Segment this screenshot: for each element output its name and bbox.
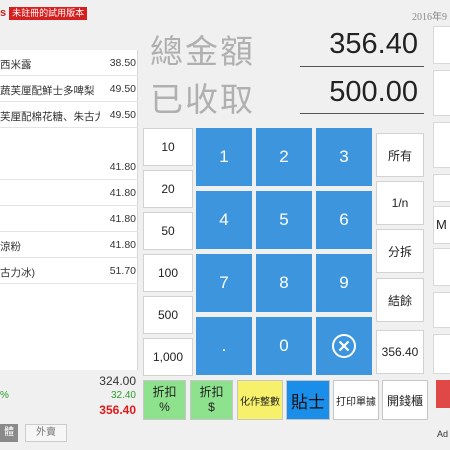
- order-item-name: 西米露: [0, 59, 32, 71]
- clear-x-icon: [332, 334, 356, 358]
- order-item-name: 古力冰): [0, 267, 35, 279]
- order-item-price: 49.50: [109, 83, 136, 95]
- pay-all-button[interactable]: 所有: [376, 133, 424, 177]
- discount-amount-button[interactable]: 折扣 $: [190, 380, 233, 420]
- keypad-9-button[interactable]: 9: [316, 254, 372, 312]
- discount-amount-symbol: $: [208, 400, 215, 414]
- order-item-price: 41.80: [109, 161, 136, 173]
- received-amount-value[interactable]: 500.00: [300, 76, 418, 109]
- right-panel-button[interactable]: [433, 292, 450, 328]
- keypad-8-button[interactable]: 8: [256, 254, 312, 312]
- right-panel-red-button[interactable]: [436, 380, 450, 408]
- order-row[interactable]: 蔬芙厘配鮮士多啤梨 49.50: [0, 76, 138, 102]
- right-panel-button[interactable]: [433, 122, 450, 168]
- keypad-0-button[interactable]: 0: [256, 317, 312, 375]
- order-item-name: 芙厘配棉花糖、朱古力: [0, 111, 100, 123]
- received-amount-label: 已收取: [150, 81, 255, 118]
- right-panel-button[interactable]: [433, 334, 450, 374]
- order-item-price: 41.80: [109, 187, 136, 199]
- subtotal-value: 324.00: [99, 374, 136, 388]
- right-panel-button[interactable]: [433, 26, 450, 64]
- divider: [300, 113, 424, 114]
- order-item-price: 49.50: [109, 109, 136, 121]
- keypad-4-button[interactable]: 4: [196, 191, 252, 249]
- right-panel-button[interactable]: [433, 174, 450, 202]
- quick-amount-button[interactable]: 50: [143, 212, 193, 250]
- date-label: 2016年9: [412, 12, 447, 23]
- tab-takeout[interactable]: 外賣: [25, 424, 67, 442]
- tab-dine-in[interactable]: 體: [0, 424, 18, 442]
- exact-amount-button[interactable]: 356.40: [376, 330, 424, 374]
- right-panel-m-button[interactable]: M: [433, 206, 450, 244]
- order-row[interactable]: 古力冰) 51.70: [0, 258, 138, 284]
- print-receipt-button[interactable]: 打印單據: [333, 380, 379, 420]
- total-value: 356.40: [99, 403, 136, 417]
- quick-amount-button[interactable]: 1,000: [143, 338, 193, 376]
- right-panel-button[interactable]: [433, 248, 450, 286]
- keypad-2-button[interactable]: 2: [256, 128, 312, 186]
- order-row[interactable]: 西米露 38.50: [0, 50, 138, 76]
- discount-percent-mark: %: [0, 390, 9, 401]
- trial-version-badge: 未註冊的試用版本: [9, 6, 88, 20]
- keypad-3-button[interactable]: 3: [316, 128, 372, 186]
- divider: [300, 66, 424, 67]
- order-item-name: 蔬芙厘配鮮士多啤梨: [0, 85, 95, 97]
- keypad-5-button[interactable]: 5: [256, 191, 312, 249]
- total-amount-label: 總金額: [150, 33, 255, 70]
- discount-percent-symbol: %: [159, 400, 170, 414]
- trial-badge-area: s 未註冊的試用版本: [0, 6, 88, 20]
- open-drawer-button[interactable]: 開錢櫃: [382, 380, 428, 420]
- order-item-price: 41.80: [109, 239, 136, 251]
- right-panel-button[interactable]: [433, 70, 450, 116]
- order-row[interactable]: 芙厘配棉花糖、朱古力 49.50: [0, 102, 138, 128]
- quick-amount-button[interactable]: 100: [143, 254, 193, 292]
- pay-one-nth-button[interactable]: 1/n: [376, 181, 424, 225]
- right-panel-m-label: M: [436, 217, 447, 232]
- split-bill-button[interactable]: 分拆: [376, 229, 424, 273]
- discount-value: 32.40: [110, 390, 136, 401]
- tip-button[interactable]: 貼士: [286, 380, 330, 420]
- keypad-6-button[interactable]: 6: [316, 191, 372, 249]
- discount-percent-label: 折扣: [152, 385, 177, 399]
- app-logo-letter: s: [0, 7, 7, 19]
- keypad-7-button[interactable]: 7: [196, 254, 252, 312]
- order-row[interactable]: 41.80: [0, 206, 138, 232]
- order-item-price: 41.80: [109, 213, 136, 225]
- keypad-clear-button[interactable]: [316, 317, 372, 375]
- order-row[interactable]: 涼粉 41.80: [0, 232, 138, 258]
- keypad-1-button[interactable]: 1: [196, 128, 252, 186]
- order-row[interactable]: 41.80: [0, 180, 138, 206]
- quick-amount-button[interactable]: 20: [143, 170, 193, 208]
- order-list: 西米露 38.50 蔬芙厘配鮮士多啤梨 49.50 芙厘配棉花糖、朱古力 49.…: [0, 50, 138, 370]
- round-off-button[interactable]: 化作整數: [237, 380, 283, 420]
- quick-amount-button[interactable]: 500: [143, 296, 193, 334]
- order-item-price: 51.70: [109, 265, 136, 277]
- total-amount-value: 356.40: [329, 28, 418, 60]
- order-item-price: 38.50: [109, 57, 136, 69]
- order-item-name: 涼粉: [0, 241, 21, 253]
- balance-button[interactable]: 結餘: [376, 278, 424, 322]
- right-panel-ad-label: Ad: [437, 429, 449, 439]
- keypad-decimal-button[interactable]: .: [196, 317, 252, 375]
- order-row[interactable]: 41.80: [0, 154, 138, 180]
- discount-amount-label: 折扣: [199, 385, 224, 399]
- quick-amount-button[interactable]: 10: [143, 128, 193, 166]
- discount-percent-button[interactable]: 折扣 %: [143, 380, 186, 420]
